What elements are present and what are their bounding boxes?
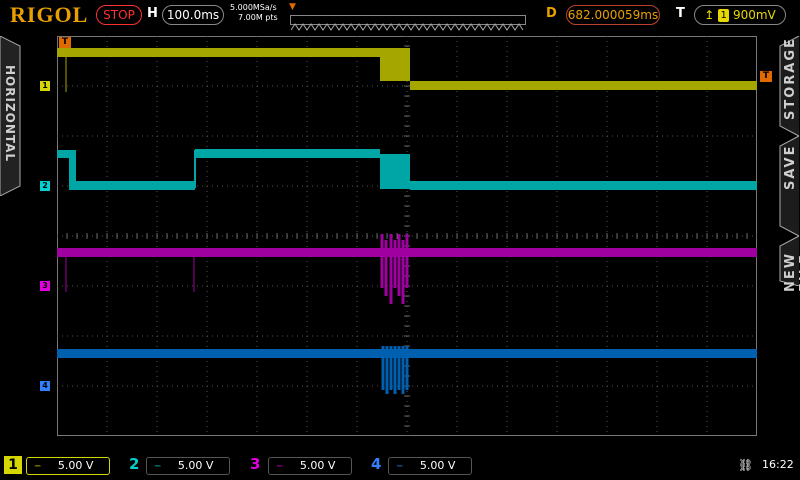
ch1-trace <box>57 48 380 57</box>
clock: 16:22 <box>762 458 794 471</box>
ch2-trace <box>195 149 380 158</box>
delay-label: D <box>546 6 557 21</box>
rising-edge-icon: ↥ <box>704 8 715 22</box>
ch2-scale: 5.00 V <box>177 459 214 472</box>
trigger-source-badge: 1 <box>718 9 730 22</box>
rigol-logo: RIGOL <box>10 2 89 27</box>
dc-coupling-icon: ─ <box>155 462 161 472</box>
storage-menu-item[interactable]: STORAGE <box>783 37 798 120</box>
ch1-trace <box>410 81 757 90</box>
horizontal-label: H <box>147 6 158 21</box>
trigger-label: T <box>676 6 685 21</box>
top-status-bar: RIGOL STOP H 100.0ms 5.000MSa/s 7.00M pt… <box>0 0 800 31</box>
ch4-number[interactable]: 4 <box>371 455 381 473</box>
memory-depth: 7.00M pts <box>238 13 278 22</box>
trigger-position-icon: ▼ <box>289 2 296 12</box>
dc-coupling-icon: ─ <box>35 462 41 472</box>
ch1-transition-burst <box>380 48 410 81</box>
acquisition-info: 5.000MSa/s 7.00M pts <box>230 3 278 23</box>
ch4-scale-box[interactable]: ─ 5.00 V <box>388 457 472 475</box>
timebase-value[interactable]: 100.0ms <box>162 5 224 25</box>
ch2-trace <box>57 150 69 158</box>
dc-coupling-icon: ─ <box>277 462 283 472</box>
trigger-settings[interactable]: ↥ 1 900mV <box>694 5 786 25</box>
dc-coupling-icon: ─ <box>397 462 403 472</box>
ch2-offset-marker[interactable]: 2 <box>40 181 50 191</box>
ch1-scale-box[interactable]: ─ 5.00 V <box>26 457 110 475</box>
ch1-offset-marker[interactable]: 1 <box>40 81 50 91</box>
new-file-menu-item[interactable]: NEW FILE <box>783 212 800 292</box>
ch2-scale-box[interactable]: ─ 5.00 V <box>146 457 230 475</box>
trigger-level: 900mV <box>732 8 776 22</box>
ch2-transition-burst <box>380 154 410 189</box>
horizontal-tab-label: HORIZONTAL <box>3 65 17 163</box>
ch4-offset-marker[interactable]: 4 <box>40 381 50 391</box>
ch3-offset-marker[interactable]: 3 <box>40 281 50 291</box>
ch2-trace <box>410 181 757 190</box>
memory-position-strip[interactable] <box>290 15 526 31</box>
run-stop-indicator[interactable]: STOP <box>96 5 142 25</box>
ch4-scale: 5.00 V <box>419 459 456 472</box>
usb-icon: ⛓ <box>738 458 754 472</box>
ch3-scale-box[interactable]: ─ 5.00 V <box>268 457 352 475</box>
ch2-trace <box>76 181 195 190</box>
memory-strip-pattern <box>290 23 524 31</box>
trigger-level-marker[interactable]: T <box>760 71 772 82</box>
trigger-position-marker: T <box>59 37 71 48</box>
ch1-scale: 5.00 V <box>57 459 94 472</box>
delay-value[interactable]: 682.000059ms <box>566 5 660 25</box>
ch1-number[interactable]: 1 <box>4 456 22 474</box>
ch3-scale: 5.00 V <box>299 459 336 472</box>
save-menu-item[interactable]: SAVE <box>783 140 798 190</box>
ch2-transition <box>69 150 76 190</box>
ch3-number[interactable]: 3 <box>250 455 260 473</box>
waveform-display[interactable] <box>57 36 757 436</box>
ch2-number[interactable]: 2 <box>129 455 139 473</box>
sample-rate: 5.000MSa/s <box>230 3 277 12</box>
